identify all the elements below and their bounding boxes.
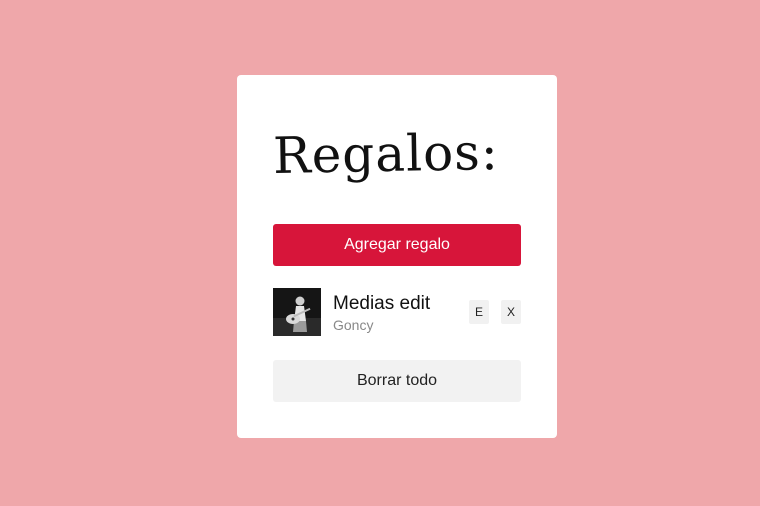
- gift-list-item: Medias edit Goncy E X: [273, 288, 521, 336]
- page-title: Regalos:: [272, 123, 500, 185]
- add-gift-button[interactable]: Agregar regalo: [273, 224, 521, 266]
- gifts-card: Regalos: Agregar regalo Medias edit Gonc…: [237, 75, 557, 438]
- gift-thumbnail-image: [273, 288, 321, 336]
- gift-recipient: Goncy: [333, 317, 374, 333]
- clear-all-button[interactable]: Borrar todo: [273, 360, 521, 402]
- gift-name: Medias edit: [333, 293, 431, 314]
- edit-gift-button[interactable]: E: [469, 300, 489, 324]
- delete-gift-button[interactable]: X: [501, 300, 521, 324]
